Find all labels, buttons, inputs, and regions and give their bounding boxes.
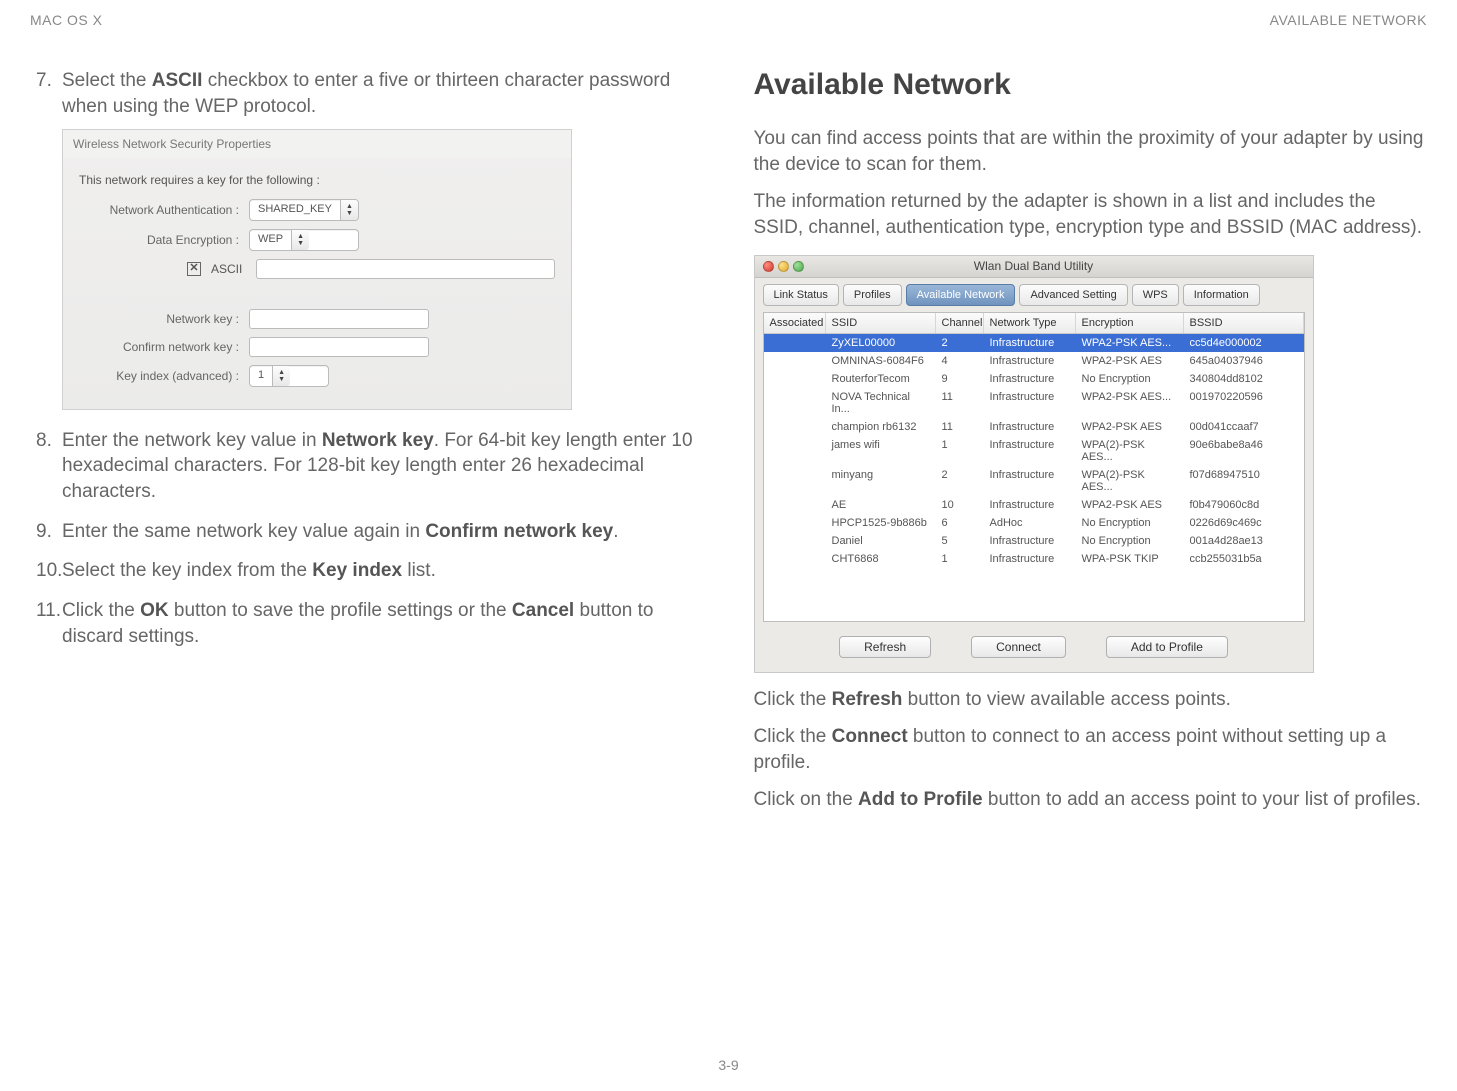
table-row[interactable]: champion rb613211InfrastructureWPA2-PSK … (764, 418, 1304, 436)
section-title: Available Network (754, 68, 1428, 102)
confirm-label: Confirm network key : (79, 339, 249, 355)
tab-bar: Link StatusProfilesAvailable NetworkAdva… (755, 278, 1313, 306)
keyidx-combo[interactable]: 1▲▼ (249, 365, 329, 387)
tab-advanced-setting[interactable]: Advanced Setting (1019, 284, 1127, 306)
table-row[interactable]: Daniel5InfrastructureNo Encryption001a4d… (764, 532, 1304, 550)
step-9: 9.Enter the same network key value again… (30, 519, 704, 545)
add-to-profile-button[interactable]: Add to Profile (1106, 636, 1228, 658)
para-refresh: Click the Refresh button to view availab… (754, 687, 1428, 713)
col-ssid[interactable]: SSID (826, 313, 936, 333)
page-header: MAC OS X AVAILABLE NETWORK (30, 12, 1427, 28)
confirm-key-input[interactable] (249, 337, 429, 357)
table-row[interactable]: james wifi1InfrastructureWPA(2)-PSK AES.… (764, 436, 1304, 466)
col-associated[interactable]: Associated (764, 313, 826, 333)
auth-label: Network Authentication : (79, 202, 249, 218)
col-network-type[interactable]: Network Type (984, 313, 1076, 333)
refresh-button[interactable]: Refresh (839, 636, 931, 658)
network-table: Associated SSID Channel Network Type Enc… (763, 312, 1305, 622)
col-encryption[interactable]: Encryption (1076, 313, 1184, 333)
para-connect: Click the Connect button to connect to a… (754, 724, 1428, 775)
col-bssid[interactable]: BSSID (1184, 313, 1304, 333)
para-2: The information returned by the adapter … (754, 189, 1428, 240)
netkey-label: Network key : (79, 311, 249, 327)
chevron-updown-icon: ▲▼ (291, 230, 309, 250)
enc-combo[interactable]: WEP▲▼ (249, 229, 359, 251)
table-row[interactable]: RouterforTecom9InfrastructureNo Encrypti… (764, 370, 1304, 388)
ascii-label: ASCII (211, 261, 242, 277)
step-7: 7.Select the ASCII checkbox to enter a f… (30, 68, 704, 410)
tab-wps[interactable]: WPS (1132, 284, 1179, 306)
table-row[interactable]: ZyXEL000002InfrastructureWPA2-PSK AES...… (764, 334, 1304, 352)
chevron-updown-icon: ▲▼ (340, 200, 358, 220)
step-11: 11.Click the OK button to save the profi… (30, 598, 704, 649)
col-channel[interactable]: Channel (936, 313, 984, 333)
left-column: 7.Select the ASCII checkbox to enter a f… (30, 68, 704, 825)
table-row[interactable]: NOVA Technical In...11InfrastructureWPA2… (764, 388, 1304, 418)
dialog-intro: This network requires a key for the foll… (79, 172, 555, 188)
enc-label: Data Encryption : (79, 232, 249, 248)
page-number: 3-9 (0, 1057, 1457, 1073)
step-10: 10.Select the key index from the Key ind… (30, 558, 704, 584)
step-8: 8.Enter the network key value in Network… (30, 428, 704, 505)
para-1: You can find access points that are with… (754, 126, 1428, 177)
table-row[interactable]: minyang2InfrastructureWPA(2)-PSK AES...f… (764, 466, 1304, 496)
ascii-input[interactable] (256, 259, 555, 279)
ascii-checkbox[interactable]: ✕ (187, 262, 201, 276)
table-row[interactable]: AE10InfrastructureWPA2-PSK AESf0b479060c… (764, 496, 1304, 514)
connect-button[interactable]: Connect (971, 636, 1066, 658)
keyidx-label: Key index (advanced) : (79, 368, 249, 384)
dialog-title: Wireless Network Security Properties (63, 130, 571, 158)
table-row[interactable]: OMNINAS-6084F64InfrastructureWPA2-PSK AE… (764, 352, 1304, 370)
table-header: Associated SSID Channel Network Type Enc… (764, 313, 1304, 334)
chevron-updown-icon: ▲▼ (272, 366, 290, 386)
tab-information[interactable]: Information (1183, 284, 1260, 306)
tab-available-network[interactable]: Available Network (906, 284, 1016, 306)
para-add: Click on the Add to Profile button to ad… (754, 787, 1428, 813)
table-row[interactable]: HPCP1525-9b886b6AdHocNo Encryption0226d6… (764, 514, 1304, 532)
right-column: Available Network You can find access po… (754, 68, 1428, 825)
table-row[interactable]: CHT68681InfrastructureWPA-PSK TKIPccb255… (764, 550, 1304, 568)
tab-profiles[interactable]: Profiles (843, 284, 902, 306)
network-key-input[interactable] (249, 309, 429, 329)
header-right: AVAILABLE NETWORK (1270, 12, 1427, 28)
utility-window: Wlan Dual Band Utility Link StatusProfil… (754, 255, 1314, 673)
tab-link-status[interactable]: Link Status (763, 284, 839, 306)
window-title: Wlan Dual Band Utility (755, 259, 1313, 273)
security-dialog: Wireless Network Security Properties Thi… (62, 129, 572, 409)
auth-combo[interactable]: SHARED_KEY▲▼ (249, 199, 359, 221)
header-left: MAC OS X (30, 12, 102, 28)
